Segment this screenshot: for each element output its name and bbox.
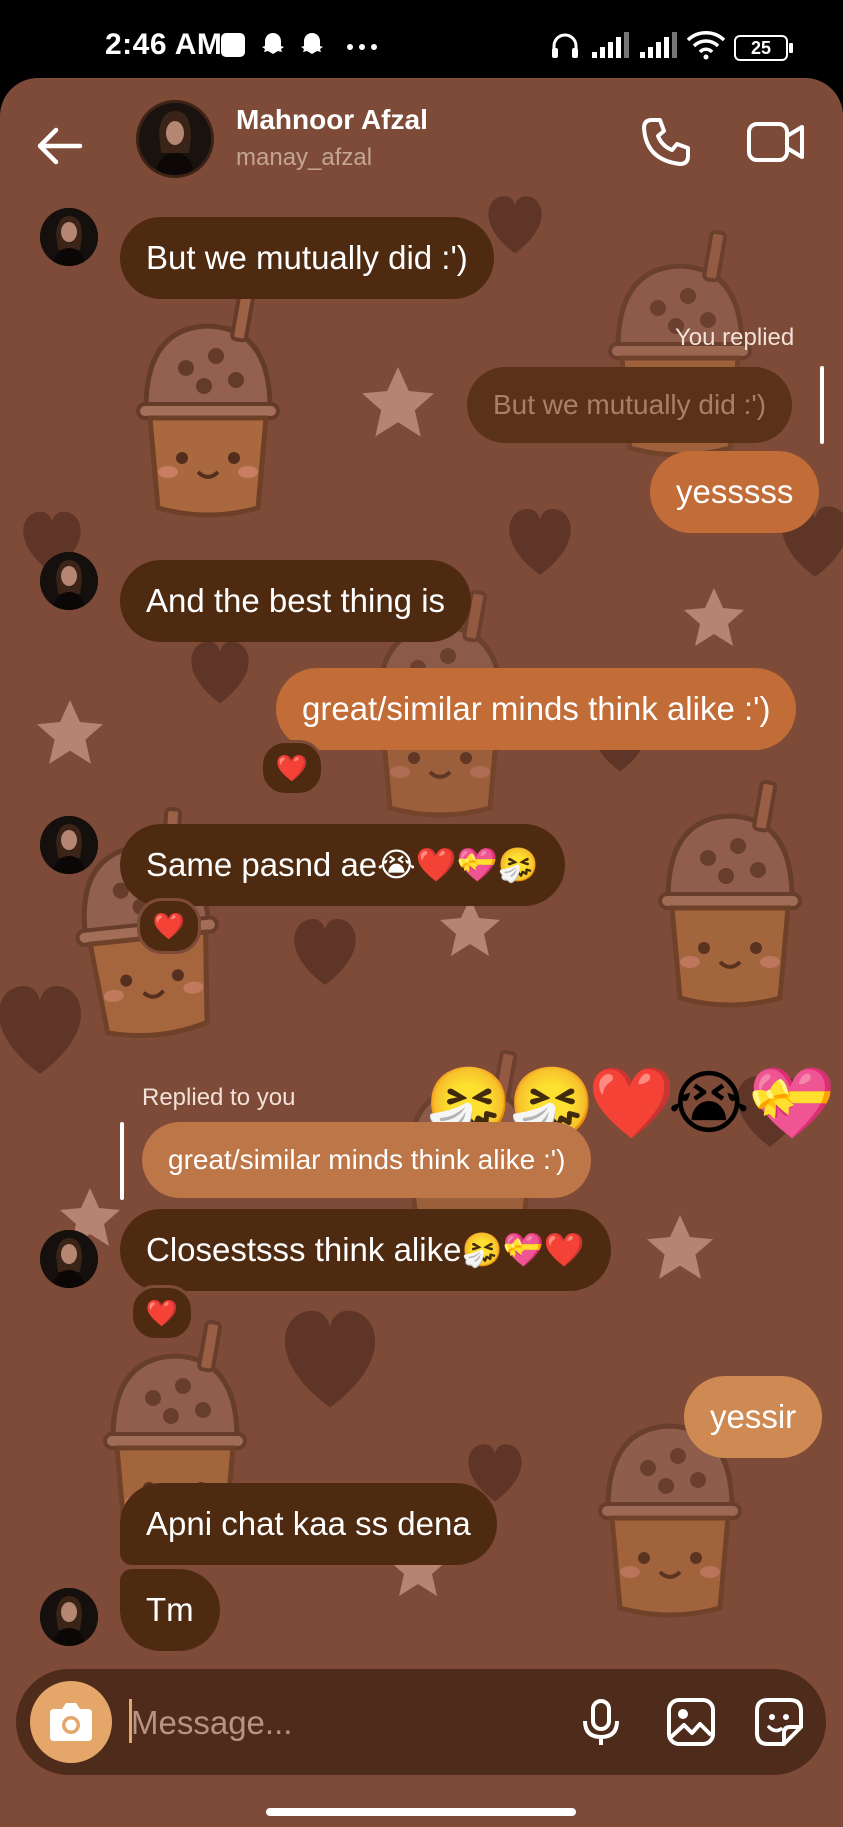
chat-header: Mahnoor Afzal manay_afzal xyxy=(0,78,843,208)
avatar[interactable] xyxy=(40,552,98,610)
video-icon[interactable] xyxy=(746,116,806,168)
avatar[interactable] xyxy=(40,1588,98,1646)
message-bubble-incoming[interactable]: Tm xyxy=(120,1569,220,1651)
home-indicator[interactable] xyxy=(266,1808,576,1816)
message-bubble-outgoing[interactable]: yessir xyxy=(684,1376,823,1458)
replied-to-you-label: Replied to you xyxy=(142,1084,296,1111)
message-input[interactable] xyxy=(129,1689,553,1757)
message-bubble-incoming[interactable]: Closestsss think alike🤧💝❤️ xyxy=(120,1209,611,1291)
back-arrow-icon[interactable] xyxy=(32,118,88,174)
text-cursor xyxy=(129,1699,132,1743)
avatar[interactable] xyxy=(40,208,98,266)
message-bubble-incoming[interactable]: Same pasnd ae😭❤️💝🤧 xyxy=(120,824,565,906)
chat-screen: Mahnoor Afzal manay_afzal But we mutuall… xyxy=(0,78,843,1827)
more-dots-icon xyxy=(347,44,377,50)
battery-icon: 25 xyxy=(734,35,793,61)
reaction-badge[interactable]: ❤️ xyxy=(260,740,324,796)
sticker-icon[interactable] xyxy=(750,1693,808,1751)
reply-quote[interactable]: But we mutually did :') xyxy=(467,367,793,443)
snapchat-icon xyxy=(262,33,284,54)
status-time: 2:46 AM xyxy=(105,28,223,61)
gallery-icon[interactable] xyxy=(662,1693,720,1751)
you-replied-label: You replied xyxy=(675,324,795,351)
headphones-icon xyxy=(552,33,578,58)
snapchat-icon xyxy=(301,33,323,54)
message-bubble-outgoing[interactable]: yesssss xyxy=(650,451,820,533)
contact-name[interactable]: Mahnoor Afzal xyxy=(236,104,428,136)
signal-icon xyxy=(640,32,677,58)
signal-icon xyxy=(592,32,629,58)
message-bubble-incoming[interactable]: And the best thing is xyxy=(120,560,472,642)
message-bubble-outgoing[interactable]: great/similar minds think alike :') xyxy=(276,668,797,750)
avatar[interactable] xyxy=(40,816,98,874)
microphone-icon[interactable] xyxy=(572,1693,630,1751)
square-notification-icon xyxy=(221,33,245,57)
avatar[interactable] xyxy=(40,1230,98,1288)
status-bar: 2:46 AM 25 xyxy=(0,0,843,78)
emoji-message[interactable]: 💝 xyxy=(748,1063,835,1143)
reply-indicator-bar xyxy=(120,1122,124,1200)
reaction-badge[interactable]: ❤️ xyxy=(137,898,201,954)
wifi-icon xyxy=(686,31,726,60)
emoji-message[interactable]: 😭 xyxy=(668,1063,750,1143)
camera-icon xyxy=(50,1703,92,1741)
message-bubble-incoming[interactable]: Apni chat kaa ss dena xyxy=(120,1483,497,1565)
camera-button[interactable] xyxy=(30,1681,112,1763)
avatar[interactable] xyxy=(136,100,214,178)
reaction-badge[interactable]: ❤️ xyxy=(130,1285,194,1341)
reply-quote[interactable]: great/similar minds think alike :') xyxy=(142,1122,592,1198)
phone-icon[interactable] xyxy=(638,114,694,170)
emoji-message[interactable]: ❤️ xyxy=(588,1063,675,1143)
contact-username[interactable]: manay_afzal xyxy=(236,144,372,172)
reply-indicator-bar xyxy=(820,366,824,444)
message-composer xyxy=(16,1669,826,1775)
message-bubble-incoming[interactable]: But we mutually did :') xyxy=(120,217,494,299)
